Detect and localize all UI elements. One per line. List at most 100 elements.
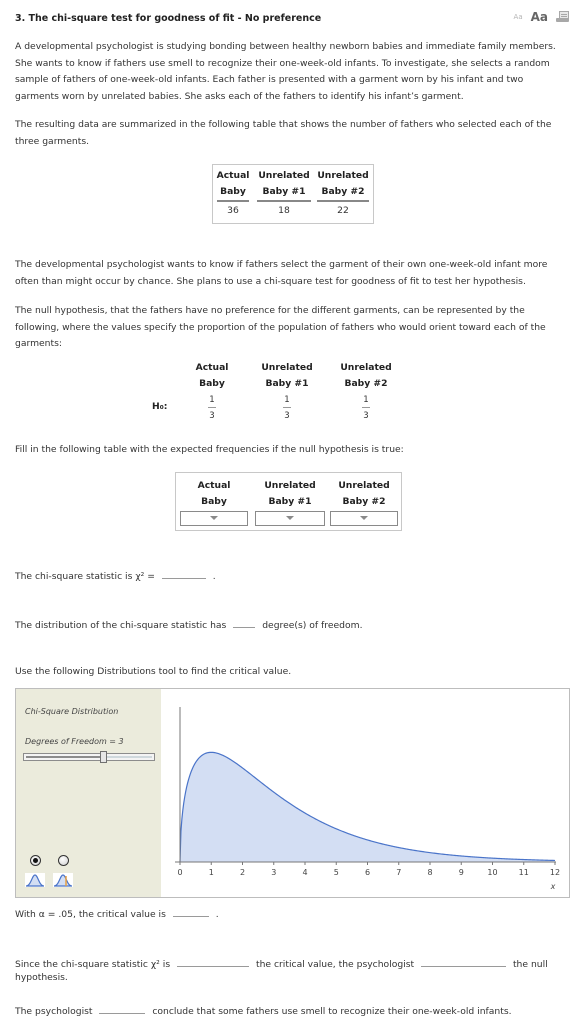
observed-frequency-table: Actual Baby Unrelated Baby #1 Unrelated … [212, 164, 374, 224]
question-text: . [215, 909, 219, 920]
header-line: Actual [195, 362, 229, 373]
h0-col-unrelated2-header: Unrelated Baby #2 [333, 360, 399, 391]
expected-unrelated2-dropdown[interactable] [330, 511, 398, 526]
increase-text-size-button[interactable]: Aa [531, 10, 548, 24]
expected-actual-dropdown[interactable] [180, 511, 248, 526]
observed-value-actual: 36 [227, 205, 239, 216]
denominator: 3 [363, 411, 369, 421]
x-tick-label: 12 [550, 868, 560, 877]
chi-square-chart[interactable]: 0 1 2 3 4 5 6 7 8 9 10 11 12x [161, 689, 569, 897]
header-line: Unrelated [258, 170, 310, 181]
denominator: 3 [209, 411, 215, 421]
observed-col-unrelated1-header: Unrelated Baby #1 [256, 168, 312, 199]
question-text: With α = .05, the critical value is [15, 909, 166, 920]
slider-handle[interactable] [100, 751, 107, 763]
question-text: the critical value, the psychologist [255, 959, 415, 970]
chi-square-question: The chi-square statistic is χ² = . [15, 568, 216, 582]
question-text: Since the chi-square statistic χ² is [15, 959, 171, 970]
x-tick-label: 4 [302, 868, 307, 877]
x-tick-label: 9 [459, 868, 464, 877]
degrees-of-freedom-question: The distribution of the chi-square stati… [15, 617, 363, 631]
toolbar: Aa Aa [514, 10, 570, 24]
x-tick-label: 0 [177, 868, 182, 877]
printer-icon[interactable] [556, 11, 570, 23]
header-line: Baby #1 [265, 377, 309, 389]
chevron-down-icon [286, 516, 294, 520]
distributions-tool-sidebar: Chi-Square Distribution Degrees of Freed… [16, 689, 161, 897]
header-line: Baby #1 [262, 185, 306, 197]
x-tick-label: 11 [519, 868, 529, 877]
expected-unrelated1-dropdown[interactable] [255, 511, 325, 526]
slider-track [106, 756, 152, 758]
observed-col-unrelated2-header: Unrelated Baby #2 [316, 168, 370, 199]
distribution-title: Chi-Square Distribution [25, 707, 119, 716]
conclusion-answer-field[interactable] [99, 1003, 146, 1014]
expected-col-unrelated1-header: Unrelated Baby #1 [255, 478, 325, 509]
numerator: 1 [284, 395, 290, 405]
x-tick-label: 6 [365, 868, 370, 877]
chi-square-answer-field[interactable] [161, 568, 206, 579]
header-line: Baby #1 [268, 495, 312, 507]
header-line: Baby [220, 185, 246, 197]
expected-frequency-table: Actual Baby Unrelated Baby #1 Unrelated … [175, 472, 402, 531]
density-curve-radio[interactable] [30, 855, 41, 866]
slider-track-filled [26, 756, 102, 758]
test-intro-paragraph: The developmental psychologist wants to … [15, 259, 548, 287]
header-line: Unrelated [340, 362, 392, 373]
degrees-of-freedom-slider[interactable] [23, 751, 155, 763]
observed-col-actual-header: Actual Baby [216, 168, 250, 199]
question-text: degree(s) of freedom. [262, 620, 363, 631]
critical-region-icon[interactable] [53, 873, 73, 887]
expected-col-unrelated2-header: Unrelated Baby #2 [330, 478, 398, 509]
question-text: The psychologist [15, 1006, 93, 1017]
question-text: The distribution of the chi-square stati… [15, 620, 227, 631]
x-tick-label: 10 [487, 868, 497, 877]
degrees-of-freedom-answer-field[interactable] [233, 617, 256, 628]
critical-value-answer-field[interactable] [172, 906, 209, 917]
decrease-text-size-button[interactable]: Aa [514, 13, 523, 21]
denominator: 3 [284, 411, 290, 421]
critical-region-radio[interactable] [58, 855, 69, 866]
header-line: Actual [197, 480, 231, 491]
decision-question-line2: hypothesis. [15, 972, 68, 983]
expected-col-actual-header: Actual Baby [180, 478, 248, 509]
observed-value-unrelated2: 22 [337, 205, 349, 216]
x-tick-label: 1 [209, 868, 214, 877]
header-line: Baby #2 [321, 185, 365, 197]
decision-answer-field[interactable] [421, 956, 507, 967]
null-intro-paragraph: The null hypothesis, that the fathers ha… [15, 305, 546, 349]
comparison-answer-field[interactable] [177, 956, 250, 967]
x-tick-label: 5 [334, 868, 339, 877]
distributions-tool: Chi-Square Distribution Degrees of Freed… [15, 688, 570, 898]
h0-proportion-unrelated1: 13 [277, 395, 297, 421]
intro-paragraph: A developmental psychologist is studying… [15, 41, 556, 102]
header-line: Baby [199, 377, 225, 389]
h0-proportion-unrelated2: 13 [356, 395, 376, 421]
divider [317, 200, 369, 202]
header-line: Baby [201, 495, 227, 507]
observed-value-unrelated1: 18 [278, 205, 290, 216]
question-title: 3. The chi-square test for goodness of f… [15, 13, 322, 24]
question-text: conclude that some fathers use smell to … [152, 1006, 512, 1017]
decision-question: Since the chi-square statistic χ² is the… [15, 956, 560, 970]
degrees-of-freedom-label: Degrees of Freedom = 3 [25, 737, 124, 746]
null-hypothesis-label: H₀: [152, 401, 168, 412]
data-intro-paragraph: The resulting data are summarized in the… [15, 119, 552, 147]
question-text: The chi-square statistic is χ² = [15, 571, 155, 582]
numerator: 1 [363, 395, 369, 405]
header-line: Unrelated [338, 480, 390, 491]
header-line: Unrelated [317, 170, 369, 181]
header-line: Baby #2 [342, 495, 386, 507]
numerator: 1 [209, 395, 215, 405]
x-tick-label: 2 [240, 868, 245, 877]
header-line: Actual [216, 170, 250, 181]
divider [257, 200, 311, 202]
density-curve-icon[interactable] [25, 873, 45, 887]
divider [217, 200, 249, 202]
conclusion-question: The psychologist conclude that some fath… [15, 1003, 512, 1017]
header-line: Baby #2 [344, 377, 388, 389]
header-line: Unrelated [261, 362, 313, 373]
tool-intro-text: Use the following Distributions tool to … [15, 666, 292, 677]
header-line: Unrelated [264, 480, 316, 491]
question-text: . [212, 571, 216, 582]
